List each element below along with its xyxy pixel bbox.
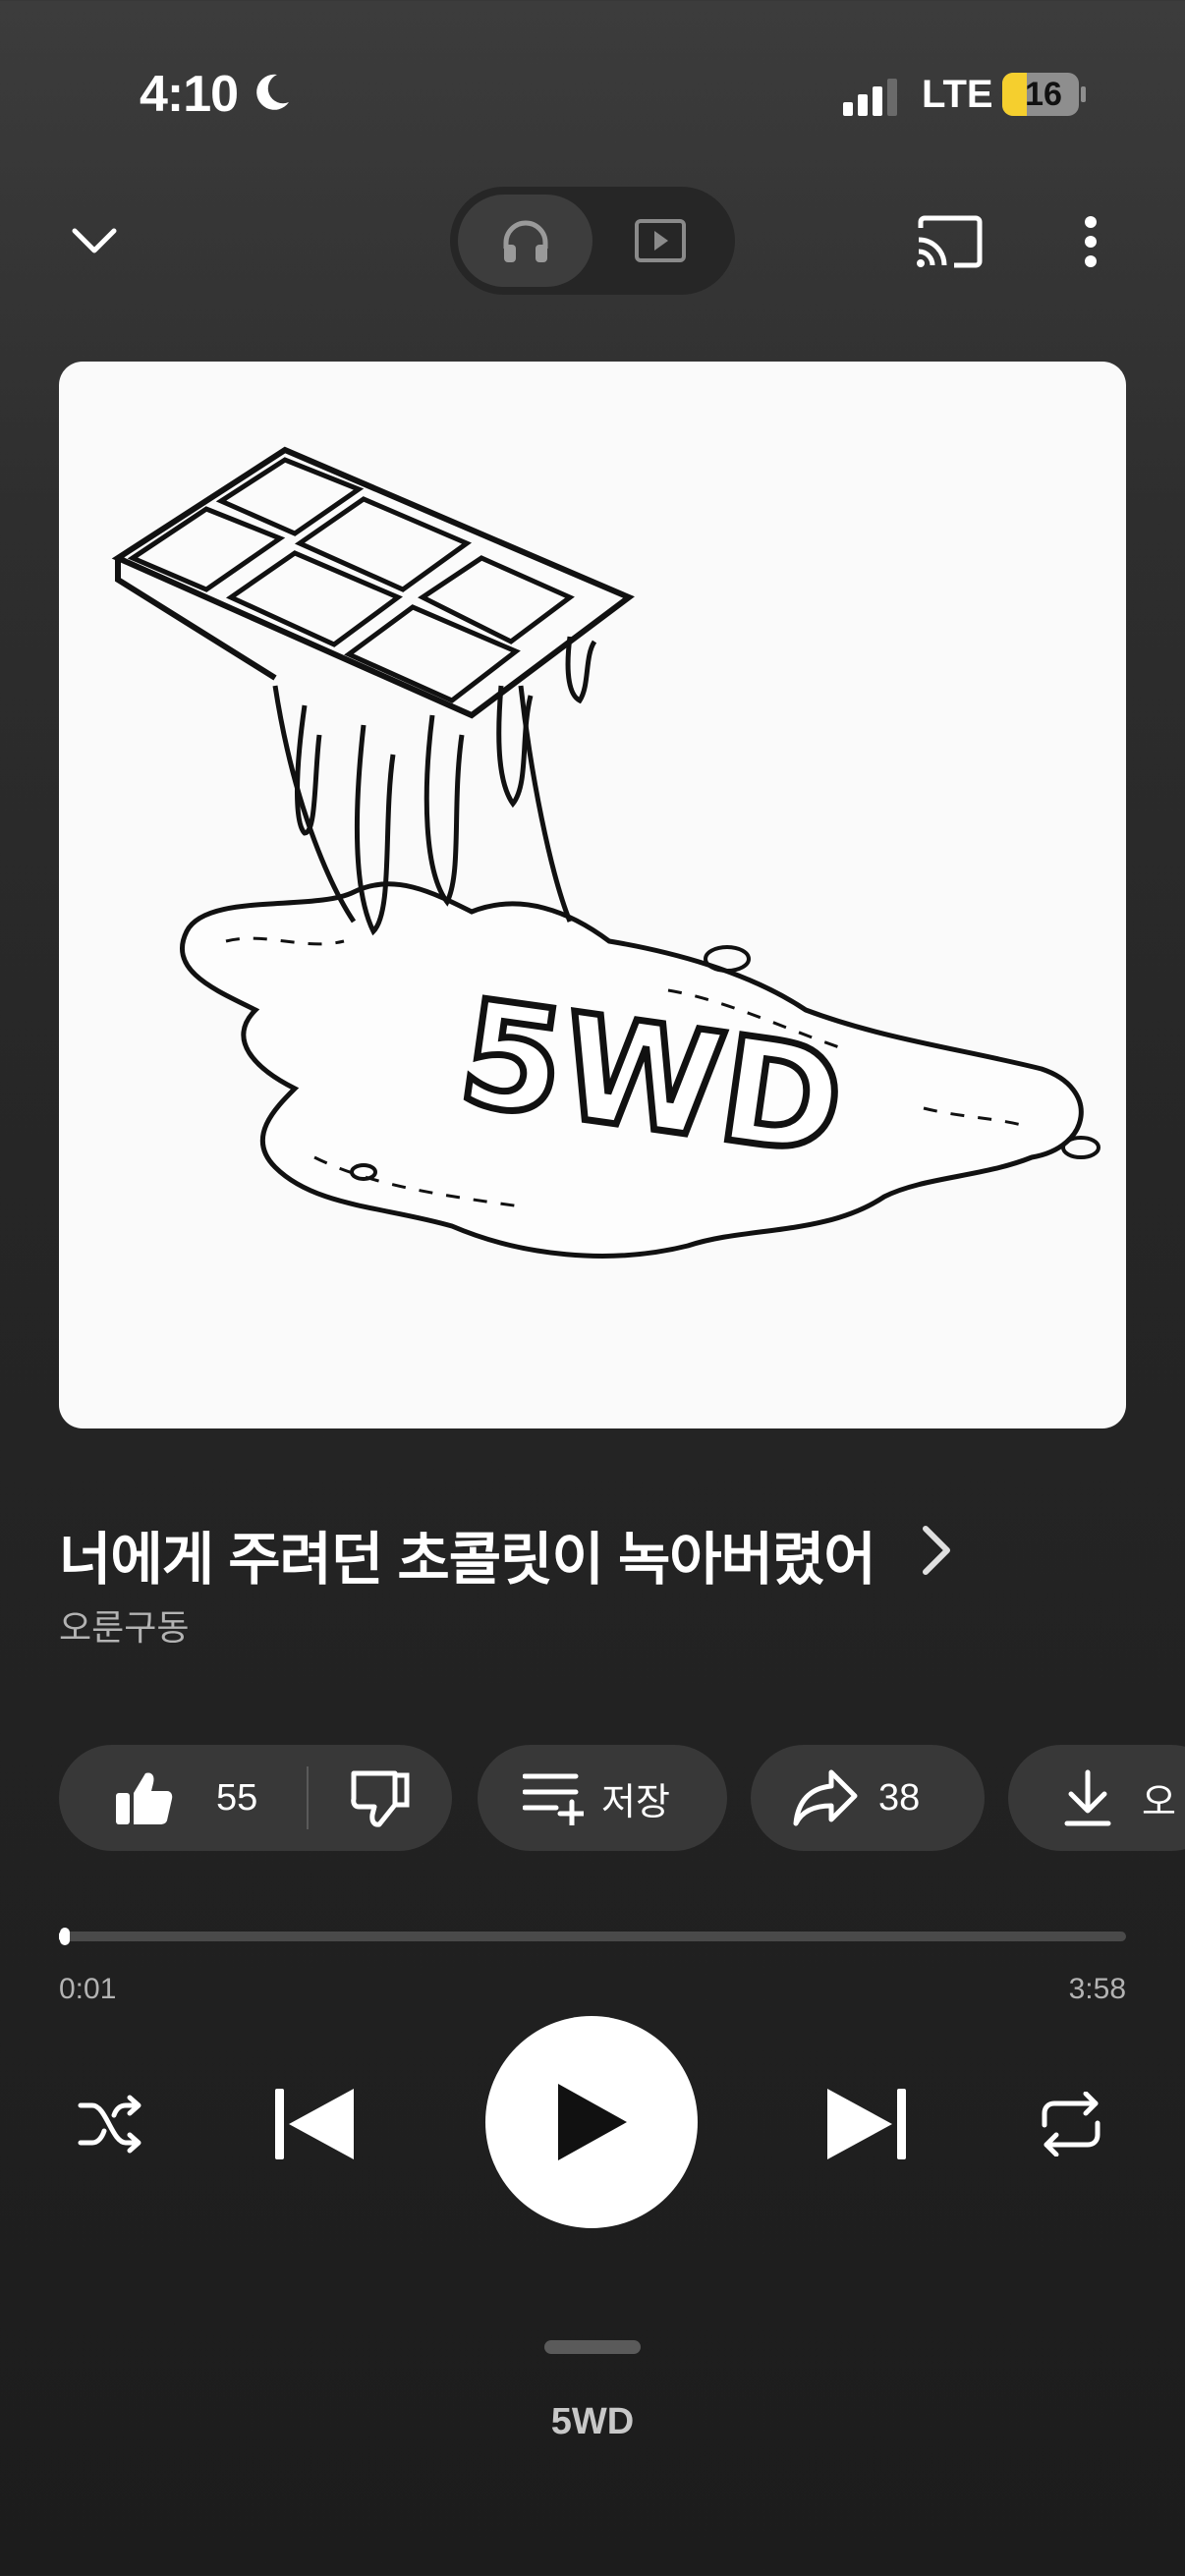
share-icon	[793, 1769, 858, 1826]
save-label: 저장	[601, 1781, 670, 1823]
audio-video-toggle[interactable]	[450, 187, 735, 295]
like-button[interactable]: 55	[59, 1745, 307, 1851]
repeat-icon	[1042, 2092, 1100, 2156]
song-title[interactable]: 너에게 주려던 초콜릿이 녹아버렸어	[59, 1513, 876, 1596]
chevron-right-icon[interactable]	[912, 1521, 967, 1580]
bottom-sheet-handle[interactable]	[544, 2340, 641, 2354]
chevron-down-icon	[72, 228, 117, 253]
share-button[interactable]: 38	[751, 1745, 985, 1851]
thumbs-down-icon	[351, 1770, 410, 1827]
share-count: 38	[878, 1776, 921, 1819]
artist-name[interactable]: 오룬구동	[59, 1599, 189, 1651]
play-button[interactable]	[485, 2016, 698, 2228]
like-count: 55	[216, 1776, 258, 1819]
like-dislike-chip: 55	[59, 1745, 452, 1851]
shuffle-icon	[78, 2095, 141, 2154]
save-button[interactable]: 저장	[478, 1745, 727, 1851]
total-time: 3:58	[1068, 1973, 1126, 2005]
more-vert-icon	[1085, 216, 1097, 267]
skip-previous-icon	[275, 2089, 354, 2159]
network-label: LTE	[922, 73, 993, 116]
cast-button[interactable]	[902, 195, 996, 289]
thumbs-up-icon	[116, 1772, 173, 1824]
progress-thumb[interactable]	[60, 1928, 70, 1945]
download-label: 오	[1142, 1781, 1176, 1823]
dislike-button[interactable]	[309, 1745, 452, 1851]
melting-chocolate-illustration: 5WD	[111, 446, 1100, 1259]
signal-icon	[843, 79, 897, 116]
video-mode-tab[interactable]	[592, 195, 727, 287]
headphones-icon	[503, 220, 547, 262]
download-button[interactable]: 오	[1008, 1745, 1185, 1851]
cast-icon	[917, 215, 983, 268]
progress-track[interactable]	[59, 1932, 1126, 1941]
skip-next-icon	[827, 2089, 906, 2159]
download-icon	[1064, 1769, 1111, 1826]
repeat-button[interactable]	[1022, 2075, 1120, 2173]
more-options-button[interactable]	[1044, 195, 1138, 289]
album-art: 5WD	[59, 362, 1126, 1428]
playlist-add-icon	[523, 1773, 584, 1825]
status-time: 4:10	[140, 66, 239, 123]
current-time: 0:01	[59, 1973, 117, 2005]
battery-level: 16	[1025, 76, 1062, 113]
next-button[interactable]	[818, 2075, 916, 2173]
video-icon	[634, 219, 686, 262]
shuffle-button[interactable]	[61, 2075, 159, 2173]
collapse-button[interactable]	[47, 195, 141, 289]
audio-mode-tab[interactable]	[458, 195, 592, 287]
previous-button[interactable]	[265, 2075, 364, 2173]
bottom-sheet-title[interactable]: 5WD	[0, 2401, 1185, 2443]
moon-icon	[256, 74, 289, 110]
play-icon	[558, 2084, 627, 2160]
